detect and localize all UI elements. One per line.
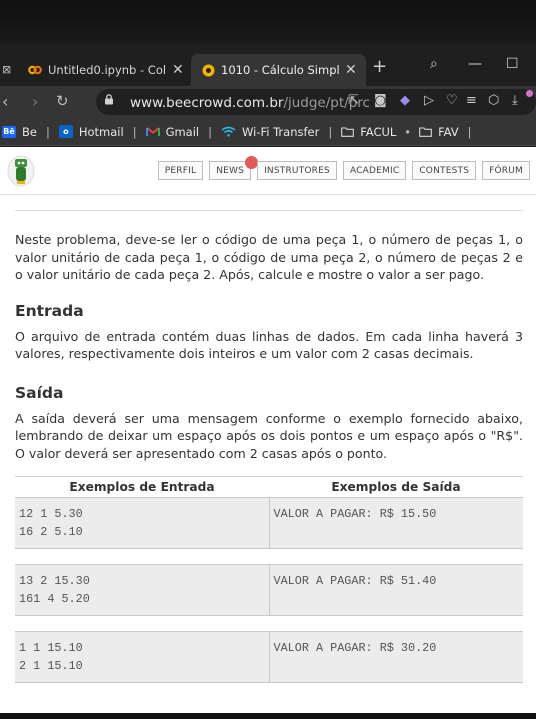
site-header: PERFIL NEWS INSTRUTORES ACADEMIC CONTEST… — [0, 147, 536, 195]
tab-beecrowd[interactable]: 1010 - Cálculo Simples - ✕ — [191, 54, 366, 86]
window-top — [0, 0, 536, 44]
search-tabs-icon[interactable]: ⌕ — [430, 56, 438, 72]
table-row: 13 2 15.30 161 4 5.20 VALOR A PAGAR: R$ … — [15, 564, 523, 616]
bookmark-separator: • — [404, 124, 412, 139]
screenshot-icon[interactable]: ◙ — [374, 93, 387, 108]
back-icon[interactable]: ‹ — [2, 92, 8, 111]
tab-title: Untitled0.ipynb - Colabo — [48, 63, 166, 77]
example-input[interactable]: 1 1 15.10 2 1 15.10 — [15, 631, 270, 683]
behance-icon: Bē — [2, 125, 16, 138]
tab-search-icon[interactable]: ⊠ — [2, 63, 11, 76]
outlook-icon: o — [58, 125, 73, 138]
bookmark-separator: | — [132, 124, 137, 139]
input-heading: Entrada — [15, 301, 84, 320]
extension-icon[interactable]: ◆ — [400, 93, 410, 108]
close-icon[interactable]: ✕ — [172, 62, 184, 78]
bookmark-behance[interactable]: Bē Be — [0, 125, 39, 139]
menu-forum[interactable]: FÓRUM — [482, 161, 530, 180]
bookmark-icon[interactable]: ≡ — [466, 93, 477, 108]
input-description: O arquivo de entrada contém duas linhas … — [15, 328, 523, 362]
example-output[interactable]: VALOR A PAGAR: R$ 15.50 — [269, 497, 523, 549]
example-input[interactable]: 12 1 5.30 16 2 5.10 — [15, 497, 270, 549]
table-row: 1 1 15.10 2 1 15.10 VALOR A PAGAR: R$ 30… — [15, 631, 523, 683]
bookmark-separator: | — [467, 124, 472, 139]
gmail-icon — [145, 126, 160, 137]
new-tab-icon[interactable]: + — [372, 56, 387, 77]
address-row: ‹ › ↻ www.beecrowd.com.br/judge/pt/prc ⇱… — [0, 86, 536, 118]
problem-content: Neste problema, deve-se ler o código de … — [15, 197, 523, 683]
maximize-icon[interactable]: ☐ — [506, 56, 519, 72]
close-icon[interactable]: ✕ — [345, 62, 357, 78]
menu-contests[interactable]: CONTESTS — [412, 161, 477, 180]
bookmark-fav[interactable]: FAV — [417, 125, 461, 139]
example-output[interactable]: VALOR A PAGAR: R$ 51.40 — [269, 564, 523, 616]
menu-perfil[interactable]: PERFIL — [157, 161, 204, 180]
colab-icon — [28, 63, 42, 77]
bookmark-wifi-transfer[interactable]: Wi-Fi Transfer — [219, 125, 321, 139]
bookmark-separator: | — [328, 124, 333, 139]
table-spacer — [15, 615, 523, 632]
table-row: 12 1 5.30 16 2 5.10 VALOR A PAGAR: R$ 15… — [15, 497, 523, 549]
tab-colab[interactable]: ⊠ Untitled0.ipynb - Colabo ✕ — [0, 54, 190, 86]
bookmark-separator: | — [208, 124, 212, 139]
example-input[interactable]: 13 2 15.30 161 4 5.20 — [15, 564, 270, 616]
beecrowd-icon — [201, 63, 215, 77]
bookmark-facul[interactable]: FACUL — [339, 125, 398, 139]
web-page: PERFIL NEWS INSTRUTORES ACADEMIC CONTEST… — [0, 147, 536, 713]
table-spacer — [15, 548, 523, 565]
divider — [15, 210, 523, 211]
bookmark-gmail[interactable]: Gmail — [144, 125, 202, 139]
tab-title: 1010 - Cálculo Simples - — [221, 63, 339, 77]
download-icon[interactable]: ⤓ — [512, 93, 518, 108]
favorite-icon[interactable]: ♡ — [446, 93, 458, 108]
wifi-icon — [221, 126, 236, 137]
examples-input-header: Exemplos de Entrada — [15, 476, 269, 498]
bookmarks-bar: Bē Be | o Hotmail | Gmail | Wi-Fi Transf… — [0, 118, 536, 146]
menu-news[interactable]: NEWS — [209, 156, 259, 180]
lock-icon[interactable] — [104, 94, 114, 105]
problem-description: Neste problema, deve-se ler o código de … — [15, 232, 523, 282]
send-icon[interactable]: ▷ — [424, 93, 434, 108]
beecrowd-logo-icon[interactable] — [6, 153, 36, 189]
menu-instrutores[interactable]: INSTRUTORES — [257, 161, 337, 180]
example-output[interactable]: VALOR A PAGAR: R$ 30.20 — [269, 631, 523, 683]
tab-strip: ⊠ Untitled0.ipynb - Colabo ✕ 1010 - Cálc… — [0, 44, 536, 86]
forward-icon[interactable]: › — [32, 92, 38, 111]
reload-icon[interactable]: ↻ — [56, 92, 69, 110]
taskbar-edge — [0, 713, 536, 719]
examples-table: Exemplos de Entrada Exemplos de Saída 12… — [15, 476, 523, 683]
share-icon[interactable]: ⇱ — [348, 93, 359, 108]
extensions-cube-icon[interactable]: ⬡ — [488, 93, 499, 108]
output-heading: Saída — [15, 383, 64, 402]
folder-icon — [419, 126, 432, 137]
menu-academic[interactable]: ACADEMIC — [342, 161, 407, 180]
output-description: A saída deverá ser uma mensagem conforme… — [15, 410, 523, 461]
url-text[interactable]: www.beecrowd.com.br/judge/pt/prc — [130, 95, 370, 111]
minimize-icon[interactable]: — — [468, 56, 482, 72]
examples-output-header: Exemplos de Saída — [269, 476, 523, 498]
bookmark-hotmail[interactable]: o Hotmail — [57, 125, 126, 139]
folder-icon — [341, 126, 355, 137]
download-badge — [526, 90, 533, 97]
bookmark-separator: | — [45, 124, 50, 139]
main-menu: PERFIL NEWS INSTRUTORES ACADEMIC CONTEST… — [152, 156, 530, 180]
